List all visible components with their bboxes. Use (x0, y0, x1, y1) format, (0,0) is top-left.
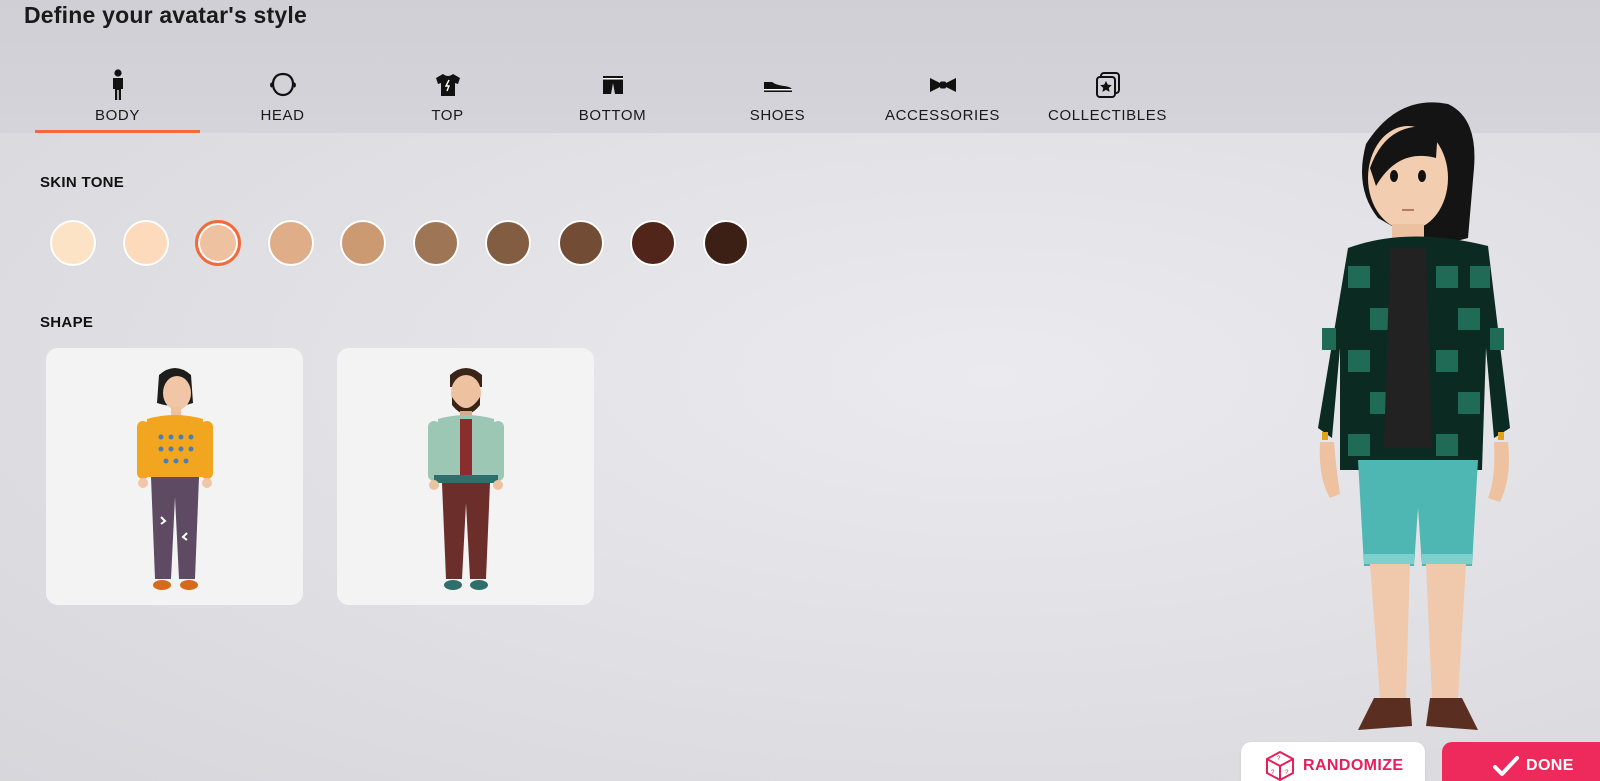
tab-shoes[interactable]: SHOES (695, 64, 860, 133)
tab-label: TOP (431, 107, 464, 124)
skin-swatch-9[interactable] (630, 220, 676, 266)
skin-swatch-7[interactable] (485, 220, 531, 266)
category-tabs: BODY HEAD TOP BOTTOM SHOES ACCESSORIES C… (35, 64, 1190, 133)
page-title: Define your avatar's style (24, 2, 307, 28)
tab-label: SHOES (749, 107, 806, 124)
done-label: DONE (1526, 757, 1574, 774)
randomize-button[interactable]: ? ? ? RANDOMIZE (1241, 742, 1425, 781)
randomize-label: RANDOMIZE (1303, 757, 1404, 774)
skin-tone-heading: SKIN TONE (40, 174, 125, 191)
male-avatar-icon (427, 367, 504, 590)
tab-label: BODY (95, 107, 140, 124)
shirt-icon (434, 68, 462, 102)
tab-accessories[interactable]: ACCESSORIES (860, 64, 1025, 133)
done-button[interactable]: DONE (1442, 742, 1600, 781)
shape-option-masculine[interactable] (337, 348, 594, 605)
checkmark-icon (1493, 756, 1519, 776)
female-avatar-icon (136, 367, 213, 590)
shoe-icon (762, 68, 794, 102)
tab-bottom[interactable]: BOTTOM (530, 64, 695, 133)
skin-swatch-4[interactable] (267, 220, 314, 266)
tab-collectibles[interactable]: COLLECTIBLES (1025, 64, 1190, 133)
star-cards-icon (1094, 68, 1122, 102)
shape-heading: SHAPE (40, 314, 94, 331)
tab-label: COLLECTIBLES (1048, 107, 1167, 124)
skin-swatch-8[interactable] (557, 220, 604, 266)
svg-text:?: ? (1277, 756, 1281, 762)
skin-swatch-2[interactable] (122, 220, 169, 266)
tab-label: HEAD (260, 107, 305, 124)
dice-icon: ? ? ? (1266, 750, 1294, 781)
avatar-preview[interactable] (1318, 98, 1582, 748)
tab-top[interactable]: TOP (365, 64, 530, 133)
tab-label: BOTTOM (578, 107, 647, 124)
skin-swatch-5[interactable] (340, 220, 386, 266)
tab-head[interactable]: HEAD (200, 64, 365, 133)
skin-swatch-6[interactable] (412, 220, 459, 266)
skin-swatch-10[interactable] (702, 220, 749, 266)
skin-tone-swatches (50, 220, 775, 266)
shape-option-feminine[interactable] (46, 348, 303, 605)
tab-body[interactable]: BODY (35, 64, 200, 133)
tab-label: ACCESSORIES (885, 107, 1000, 124)
svg-text:?: ? (1271, 770, 1275, 776)
person-icon (109, 68, 127, 102)
skin-swatch-1[interactable] (50, 220, 96, 266)
bowtie-icon (928, 68, 958, 102)
skin-swatch-3[interactable] (195, 220, 241, 266)
head-icon (269, 68, 297, 102)
shorts-icon (600, 68, 626, 102)
